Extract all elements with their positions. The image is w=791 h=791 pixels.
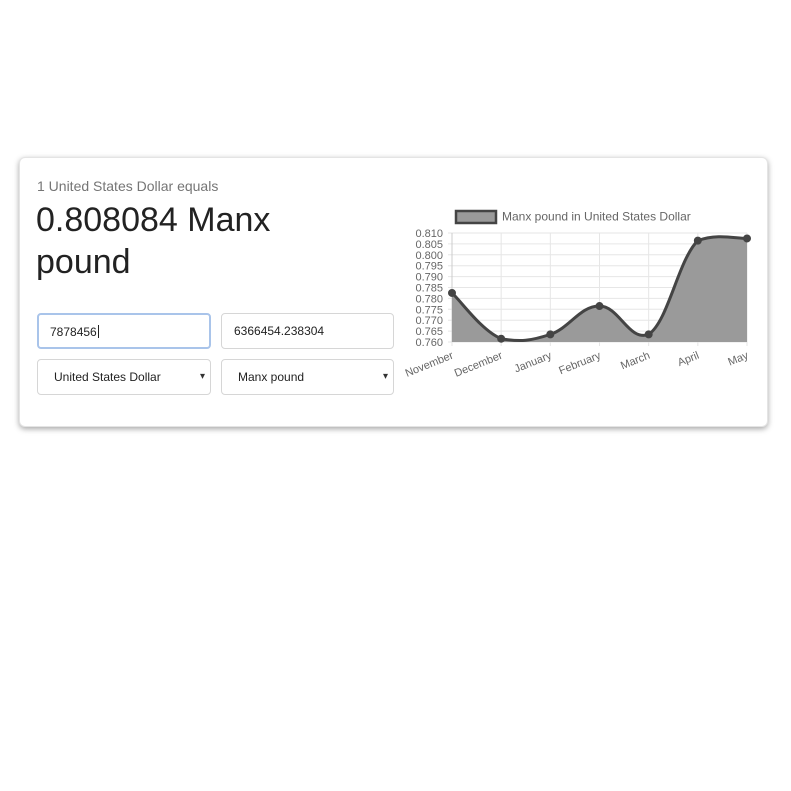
- y-tick-label: 0.760: [415, 337, 443, 349]
- x-tick-label: April: [676, 350, 701, 369]
- chart-y-axis: 0.8100.8050.8000.7950.7900.7850.7800.775…: [415, 228, 443, 349]
- x-tick-label: May: [726, 349, 750, 368]
- conversion-subtitle: 1 United States Dollar equals: [37, 178, 219, 194]
- currency-from-label: United States Dollar: [54, 370, 161, 384]
- chevron-down-icon: ▾: [382, 371, 388, 382]
- chart-legend: Manx pound in United States Dollar: [454, 209, 691, 225]
- x-tick-label: November: [404, 350, 456, 380]
- currency-from-select[interactable]: United States Dollar ▾: [37, 359, 211, 395]
- x-tick-label: January: [513, 349, 554, 375]
- chevron-down-icon: ▾: [199, 371, 205, 382]
- amount-from-value: 7878456: [50, 325, 97, 339]
- x-tick-label: December: [453, 350, 505, 380]
- amount-from-input[interactable]: 7878456: [37, 313, 211, 349]
- amount-to-value: 6366454.238304: [234, 324, 325, 338]
- legend-label: Manx pound in United States Dollar: [502, 210, 691, 224]
- chart-x-axis: NovemberDecember January February March Apri…: [404, 349, 751, 379]
- converter-card: 1 United States Dollar equals 0.808084 M…: [19, 157, 768, 427]
- conversion-result: 0.808084 Manx pound: [36, 201, 271, 281]
- legend-swatch: [454, 209, 498, 225]
- currency-to-label: Manx pound: [238, 370, 305, 384]
- text-cursor: [97, 325, 99, 338]
- data-point[interactable]: [693, 236, 702, 245]
- data-point[interactable]: [644, 330, 653, 339]
- data-point[interactable]: [595, 302, 604, 311]
- data-point[interactable]: [497, 334, 506, 343]
- data-point[interactable]: [743, 234, 751, 243]
- data-point[interactable]: [448, 288, 456, 297]
- data-point[interactable]: [546, 330, 555, 339]
- x-tick-label: February: [557, 349, 603, 377]
- exchange-rate-chart: Manx pound in United States Dollar 0.810…: [404, 209, 751, 380]
- x-tick-label: March: [619, 350, 652, 373]
- currency-to-select[interactable]: Manx pound ▾: [221, 359, 394, 395]
- amount-to-input[interactable]: 6366454.238304: [221, 313, 394, 349]
